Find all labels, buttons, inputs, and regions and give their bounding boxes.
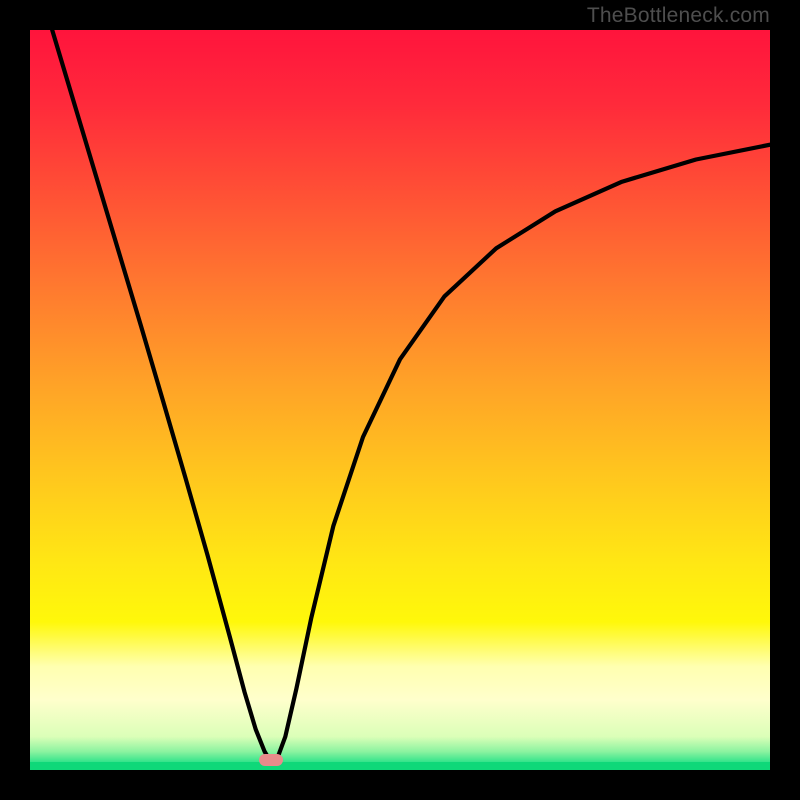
plot-area [30,30,770,770]
bottleneck-curve [30,30,770,770]
chart-frame: TheBottleneck.com [0,0,800,800]
watermark-text: TheBottleneck.com [587,4,770,28]
optimum-marker [259,754,283,766]
